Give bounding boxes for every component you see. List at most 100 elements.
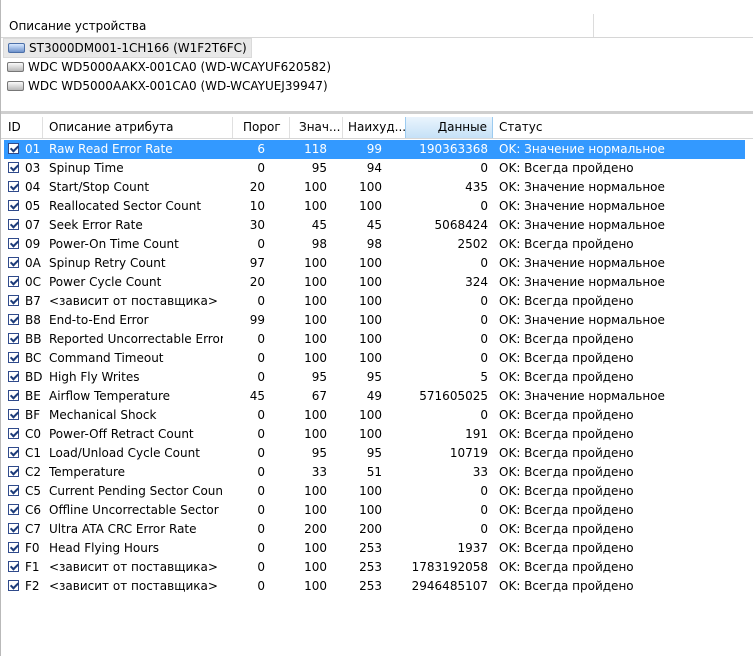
attribute-raw-data: 0: [480, 199, 488, 213]
table-row[interactable]: 0C Power Cycle Count 20 100 100 324 OK: Значен…: [1, 273, 753, 292]
table-row[interactable]: 04 Start/Stop Count 20 100 100 435 OK: Значени…: [1, 178, 753, 197]
device-list-header[interactable]: Описание устройства: [1, 14, 753, 38]
table-row[interactable]: C0 Power-Off Retract Count 0 100 100 191 OK: В…: [1, 425, 753, 444]
checkbox[interactable]: [8, 238, 19, 249]
table-row[interactable]: F0 Head Flying Hours 0 100 253 1937 OK: Всегда…: [1, 539, 753, 558]
attribute-id: 01: [25, 142, 41, 156]
table-row[interactable]: C7 Ultra ATA CRC Error Rate 0 200 200 0 OK: Вс…: [1, 520, 753, 539]
attribute-name: Head Flying Hours: [49, 541, 160, 555]
table-row[interactable]: B8 End-to-End Error 99 100 100 0 OK: Значение …: [1, 311, 753, 330]
attribute-worst: 100: [359, 484, 382, 498]
checkbox[interactable]: [8, 257, 19, 268]
device-item-2[interactable]: WDC WD5000AAKX-001CA0 (WD-WCAYUF620582): [3, 58, 335, 76]
column-separator[interactable]: [342, 117, 343, 138]
attribute-raw-data: 5068424: [434, 218, 488, 232]
attribute-id: C2: [25, 465, 42, 479]
checkbox[interactable]: [8, 219, 19, 230]
attribute-worst: 253: [359, 541, 382, 555]
checkbox[interactable]: [8, 523, 19, 534]
checkbox[interactable]: [8, 561, 19, 572]
device-item-1[interactable]: ST3000DM001-1CH166 (W1F2T6FC): [3, 38, 252, 58]
checkbox[interactable]: [8, 276, 19, 287]
column-header-status[interactable]: Статус: [499, 117, 542, 138]
attribute-status: OK: Значение нормальное: [499, 313, 665, 327]
table-row[interactable]: BF Mechanical Shock 0 100 100 0 OK: Всегда про…: [1, 406, 753, 425]
attribute-id: BB: [25, 332, 42, 346]
device-list-header-label: Описание устройства: [9, 19, 147, 33]
table-row[interactable]: 05 Reallocated Sector Count 10 100 100 0 OK: З…: [1, 197, 753, 216]
table-row[interactable]: C2 Temperature 0 33 51 33 OK: Всегда пройдено: [1, 463, 753, 482]
attribute-value: 95: [311, 370, 327, 384]
table-row[interactable]: BC Command Timeout 0 100 100 0 OK: Всегда прой…: [1, 349, 753, 368]
attribute-worst: 200: [359, 522, 382, 536]
checkbox[interactable]: [8, 333, 19, 344]
attribute-value: 100: [304, 560, 327, 574]
attribute-name: Spinup Time: [49, 161, 124, 175]
checkbox[interactable]: [8, 447, 19, 458]
attribute-status: OK: Всегда пройдено: [499, 161, 634, 175]
attribute-value: 100: [304, 275, 327, 289]
checkbox[interactable]: [8, 390, 19, 401]
table-row[interactable]: F2 <зависит от поставщика> 0 100 253 29464851…: [1, 577, 753, 596]
table-row[interactable]: 09 Power-On Time Count 0 98 98 2502 OK: Всегда…: [1, 235, 753, 254]
device-label: ST3000DM001-1CH166 (W1F2T6FC): [29, 41, 247, 55]
device-item-3[interactable]: WDC WD5000AAKX-001CA0 (WD-WCAYUEJ39947): [3, 77, 332, 95]
attribute-name: <зависит от поставщика>: [49, 294, 218, 308]
checkbox[interactable]: [8, 352, 19, 363]
column-header-name[interactable]: Описание атрибута: [49, 117, 174, 138]
checkbox[interactable]: [8, 485, 19, 496]
attribute-status: OK: Значение нормальное: [499, 218, 665, 232]
attribute-worst: 100: [359, 294, 382, 308]
attribute-threshold: 0: [257, 522, 265, 536]
column-separator[interactable]: [232, 117, 233, 138]
attribute-id: 04: [25, 180, 41, 194]
attribute-raw-data: 5: [480, 370, 488, 384]
attribute-worst: 100: [359, 503, 382, 517]
checkbox[interactable]: [8, 162, 19, 173]
checkbox[interactable]: [8, 371, 19, 382]
table-row[interactable]: BD High Fly Writes 0 95 95 5 OK: Всегда пройде…: [1, 368, 753, 387]
checkbox[interactable]: [8, 580, 19, 591]
column-header-value[interactable]: Знач...: [299, 117, 340, 138]
attribute-value: 100: [304, 484, 327, 498]
attribute-status: OK: Значение нормальное: [499, 199, 665, 213]
table-row[interactable]: 07 Seek Error Rate 30 45 45 5068424 OK: Значен…: [1, 216, 753, 235]
checkbox[interactable]: [8, 295, 19, 306]
checkbox[interactable]: [8, 466, 19, 477]
attribute-worst: 100: [359, 180, 382, 194]
table-row[interactable]: C5 Current Pending Sector Count 0 100 100 0 OK…: [1, 482, 753, 501]
checkbox[interactable]: [8, 181, 19, 192]
table-row[interactable]: C6 Offline Uncorrectable Sector C... 0 100 1…: [1, 501, 753, 520]
checkbox[interactable]: [8, 200, 19, 211]
attribute-status: OK: Значение нормальное: [499, 180, 665, 194]
checkbox[interactable]: [8, 504, 19, 515]
table-row[interactable]: 0A Spinup Retry Count 97 100 100 0 OK: Значени…: [1, 254, 753, 273]
attribute-threshold: 20: [249, 180, 265, 194]
attribute-worst: 100: [359, 351, 382, 365]
column-header-worst[interactable]: Наихуд...: [348, 117, 406, 138]
column-header-threshold[interactable]: Порог: [243, 117, 281, 138]
table-row[interactable]: BE Airflow Temperature 45 67 49 571605025 OK: …: [1, 387, 753, 406]
table-row[interactable]: 01 Raw Read Error Rate 6 118 99 190363368 OK: …: [4, 140, 745, 159]
column-header-id[interactable]: ID: [8, 117, 21, 138]
checkbox[interactable]: [8, 314, 19, 325]
attribute-value: 100: [304, 199, 327, 213]
table-row[interactable]: F1 <зависит от поставщика> 0 100 253 17831920…: [1, 558, 753, 577]
column-header-raw[interactable]: Данные: [405, 117, 493, 138]
attribute-worst: 100: [359, 199, 382, 213]
column-separator[interactable]: [289, 117, 290, 138]
checkbox[interactable]: [8, 542, 19, 553]
column-separator[interactable]: [42, 117, 43, 138]
checkbox[interactable]: [8, 143, 19, 154]
attribute-id: 03: [25, 161, 41, 175]
checkbox[interactable]: [8, 428, 19, 439]
checkbox[interactable]: [8, 409, 19, 420]
attribute-name: Mechanical Shock: [49, 408, 157, 422]
attribute-id: BC: [25, 351, 42, 365]
table-row[interactable]: BB Reported Uncorrectable Errors 0 100 100 0 O…: [1, 330, 753, 349]
table-row[interactable]: C1 Load/Unload Cycle Count 0 95 95 10719 OK: В…: [1, 444, 753, 463]
attribute-worst: 94: [366, 161, 382, 175]
table-row[interactable]: 03 Spinup Time 0 95 94 0 OK: Всегда пройдено: [1, 159, 753, 178]
panel-splitter[interactable]: [1, 111, 753, 114]
table-row[interactable]: B7 <зависит от поставщика> 0 100 100 0 OK: Все…: [1, 292, 753, 311]
